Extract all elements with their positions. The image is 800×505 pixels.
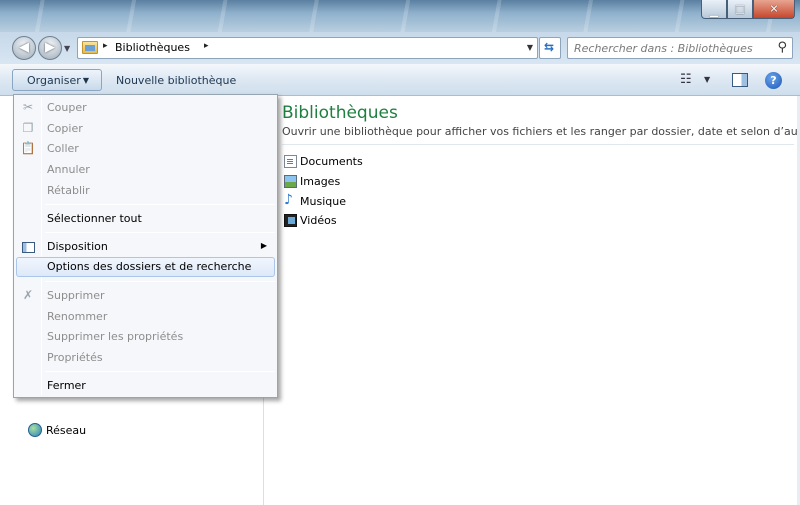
copy-icon: ❐: [22, 121, 34, 135]
menu-item-select-all[interactable]: Sélectionner tout: [16, 209, 275, 229]
delete-icon: ✗: [22, 288, 34, 302]
menu-item-paste[interactable]: 📋 Coller: [16, 139, 275, 159]
menu-item-label: Supprimer les propriétés: [47, 330, 184, 343]
library-item-music[interactable]: Musique: [284, 192, 346, 208]
menu-item-rename[interactable]: Renommer: [16, 307, 275, 327]
back-arrow-icon: ◀: [19, 40, 29, 56]
nav-item-network-label: Réseau: [46, 423, 87, 437]
library-label: Vidéos: [300, 214, 337, 227]
menu-item-layout[interactable]: Disposition ▶: [16, 237, 275, 257]
new-library-button[interactable]: Nouvelle bibliothèque: [116, 74, 236, 87]
menu-item-undo[interactable]: Annuler: [16, 160, 275, 180]
menu-item-delete[interactable]: ✗ Supprimer: [16, 286, 275, 306]
breadcrumb-separator-icon[interactable]: ▸: [204, 41, 209, 51]
library-item-videos[interactable]: Vidéos: [284, 214, 337, 227]
organise-menu: ✂ Couper ❐ Copier 📋 Coller Annuler Rétab…: [13, 94, 278, 398]
close-icon: ✕: [769, 2, 779, 16]
menu-item-copy[interactable]: ❐ Copier: [16, 119, 275, 139]
menu-separator: [45, 281, 275, 282]
forward-arrow-icon: ▶: [45, 40, 55, 56]
videos-library-icon: [284, 214, 297, 227]
menu-item-properties[interactable]: Propriétés: [16, 348, 275, 368]
close-button[interactable]: ✕: [753, 0, 795, 19]
window-title-bar: ▁ □ ✕: [0, 0, 800, 32]
refresh-icon: ⇆: [544, 40, 555, 54]
breadcrumb-libraries[interactable]: Bibliothèques: [115, 41, 190, 54]
menu-item-label: Coller: [47, 142, 79, 155]
header-divider: [282, 144, 794, 145]
libraries-folder-icon: [82, 41, 98, 54]
search-placeholder: Rechercher dans : Bibliothèques: [574, 42, 753, 55]
submenu-arrow-icon: ▶: [260, 241, 267, 250]
library-item-documents[interactable]: Documents: [284, 155, 363, 168]
address-dropdown-icon[interactable]: ▼: [527, 43, 533, 52]
music-library-icon: [284, 192, 297, 208]
maximize-icon: □: [734, 2, 746, 16]
preview-pane-icon[interactable]: [732, 73, 748, 87]
menu-item-redo[interactable]: Rétablir: [16, 181, 275, 201]
document-library-icon: [284, 155, 297, 168]
address-bar[interactable]: ▸ Bibliothèques ▸ ▼: [77, 37, 538, 59]
command-bar: Organiser ▼ Nouvelle bibliothèque ☷ ▼ ?: [0, 64, 800, 96]
nav-item-network[interactable]: Réseau: [28, 423, 86, 437]
menu-item-label: Couper: [47, 101, 87, 114]
menu-item-close[interactable]: Fermer: [16, 376, 275, 396]
organise-button[interactable]: Organiser ▼: [12, 69, 102, 91]
maximize-button[interactable]: □: [727, 0, 753, 19]
refresh-button[interactable]: ⇆: [539, 37, 561, 59]
pictures-library-icon: [284, 175, 297, 188]
chevron-down-icon: ▼: [82, 76, 89, 85]
forward-button[interactable]: ▶: [38, 36, 62, 60]
menu-item-label: Propriétés: [47, 351, 103, 364]
page-subtitle: Ouvrir une bibliothèque pour afficher vo…: [282, 125, 800, 138]
address-row: ◀ ▶ ▼ ▸ Bibliothèques ▸ ▼ ⇆ Rechercher d…: [0, 32, 800, 64]
menu-item-label: Disposition: [47, 240, 108, 253]
menu-item-remove-properties[interactable]: Supprimer les propriétés: [16, 327, 275, 347]
breadcrumb-separator-icon[interactable]: ▸: [103, 41, 108, 51]
menu-item-label: Copier: [47, 122, 83, 135]
glass-background: [0, 0, 800, 32]
menu-item-label: Renommer: [47, 310, 108, 323]
paste-icon: 📋: [20, 141, 36, 155]
minimize-icon: ▁: [709, 4, 719, 18]
network-icon: [28, 423, 42, 437]
menu-separator: [45, 204, 275, 205]
menu-item-label: Rétablir: [47, 184, 90, 197]
menu-item-label: Supprimer: [47, 289, 105, 302]
menu-item-label: Fermer: [47, 379, 86, 392]
search-input[interactable]: Rechercher dans : Bibliothèques ⚲: [567, 37, 793, 59]
menu-separator: [45, 232, 275, 233]
page-title: Bibliothèques: [282, 103, 398, 123]
menu-item-label: Sélectionner tout: [47, 212, 142, 225]
history-dropdown-icon[interactable]: ▼: [64, 44, 70, 53]
help-icon[interactable]: ?: [765, 72, 782, 89]
library-label: Documents: [300, 155, 363, 168]
back-button[interactable]: ◀: [12, 36, 36, 60]
layout-icon: [22, 242, 35, 253]
menu-item-label: Options des dossiers et de recherche: [47, 260, 252, 273]
menu-separator: [45, 371, 275, 372]
view-options-dropdown-icon[interactable]: ▼: [704, 75, 710, 84]
minimize-button[interactable]: ▁: [701, 0, 727, 19]
window-controls: ▁ □ ✕: [701, 0, 795, 20]
menu-item-folder-options[interactable]: Options des dossiers et de recherche: [16, 257, 275, 277]
menu-item-cut[interactable]: ✂ Couper: [16, 98, 275, 118]
library-label: Images: [300, 175, 341, 188]
scissors-icon: ✂: [22, 100, 34, 114]
library-label: Musique: [300, 195, 346, 208]
search-icon[interactable]: ⚲: [777, 40, 787, 55]
library-item-images[interactable]: Images: [284, 175, 340, 188]
change-view-icon[interactable]: ☷: [680, 72, 692, 87]
organise-label: Organiser: [27, 74, 81, 87]
menu-item-label: Annuler: [47, 163, 90, 176]
